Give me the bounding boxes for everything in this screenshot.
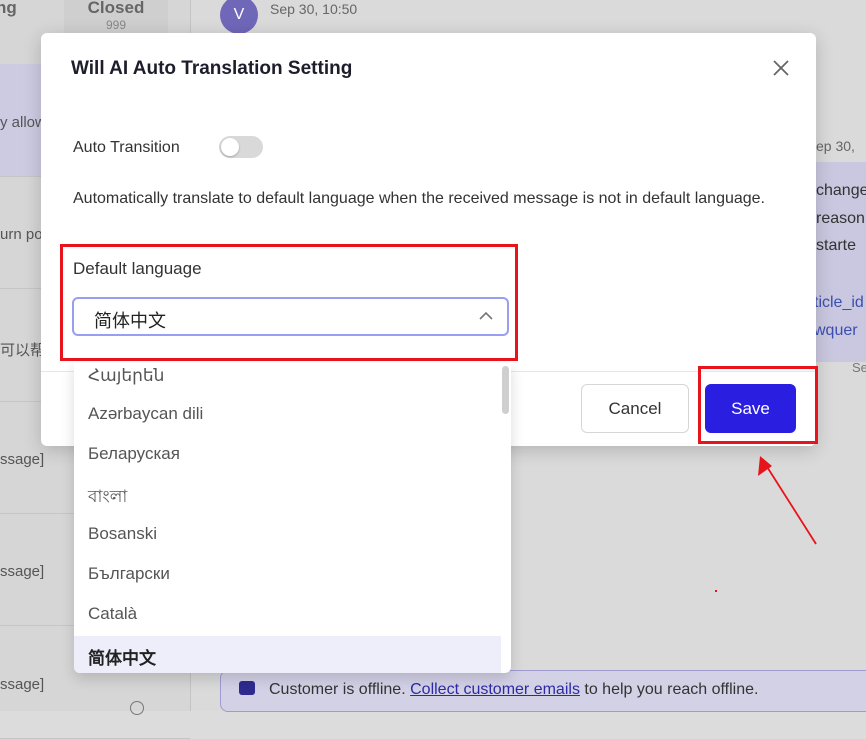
annotation-box-save	[698, 366, 818, 444]
language-option-selected[interactable]: 简体中文	[74, 636, 501, 673]
message-status: Se	[852, 360, 866, 375]
message-timestamp: Sep 30, 10:50	[270, 1, 358, 17]
language-option[interactable]: Հայերեն	[74, 362, 501, 394]
language-option-label: Català	[88, 604, 138, 623]
auto-translation-label: Auto Transition	[73, 139, 180, 156]
language-dropdown: Հայերեն Azərbaycan dili Беларуская বাংলা…	[74, 362, 511, 673]
cancel-button[interactable]: Cancel	[581, 384, 689, 433]
language-option-label: Български	[88, 564, 170, 583]
offline-message-suffix: to help you reach offline.	[584, 681, 759, 698]
close-icon[interactable]	[770, 57, 792, 79]
message-text: change	[816, 182, 866, 199]
annotation-arrow-icon	[758, 456, 817, 545]
language-option-label: বাংলা	[88, 487, 128, 506]
language-option-label: Беларуская	[88, 444, 180, 463]
message-text: starte	[816, 237, 857, 254]
offline-banner: Customer is offline. Collect customer em…	[220, 670, 866, 712]
tab-closed-count: 999	[105, 18, 127, 32]
language-option-label: 简体中文	[88, 649, 156, 668]
message-text: reason	[816, 210, 865, 227]
dropdown-scrollbar[interactable]	[502, 366, 509, 414]
message-timestamp: ep 30,	[816, 138, 855, 154]
annotation-dot	[715, 590, 717, 592]
language-option-label: Azərbaycan dili	[88, 404, 204, 423]
toggle-knob	[221, 138, 239, 156]
tab-closed-label: Closed	[87, 0, 145, 17]
annotation-box-language	[60, 244, 518, 361]
language-option[interactable]: বাংলা	[74, 476, 501, 512]
collect-emails-link[interactable]: Collect customer emails	[410, 681, 580, 698]
mail-icon	[239, 681, 255, 695]
conversation-snippet: ssage]	[0, 676, 45, 693]
emoji-icon[interactable]	[130, 701, 144, 715]
language-option[interactable]: Català	[74, 596, 501, 632]
language-option[interactable]: Azərbaycan dili	[74, 396, 501, 432]
auto-translation-toggle[interactable]	[219, 136, 263, 158]
tab-ongoing[interactable]: ng	[0, 0, 17, 18]
language-option-label: Bosanski	[88, 524, 157, 543]
language-option[interactable]: Български	[74, 556, 501, 592]
offline-text: Customer is offline. Collect customer em…	[269, 681, 758, 699]
message-link[interactable]: wquer	[814, 322, 858, 340]
language-option-label: Հայերեն	[88, 366, 165, 385]
message-link[interactable]: ticle_id	[814, 294, 864, 312]
offline-message: Customer is offline.	[269, 681, 406, 698]
modal-title: Will AI Auto Translation Setting	[71, 58, 353, 79]
language-option[interactable]: Беларуская	[74, 436, 501, 472]
auto-translation-description: Automatically translate to default langu…	[73, 190, 765, 207]
language-option[interactable]: Bosanski	[74, 516, 501, 552]
